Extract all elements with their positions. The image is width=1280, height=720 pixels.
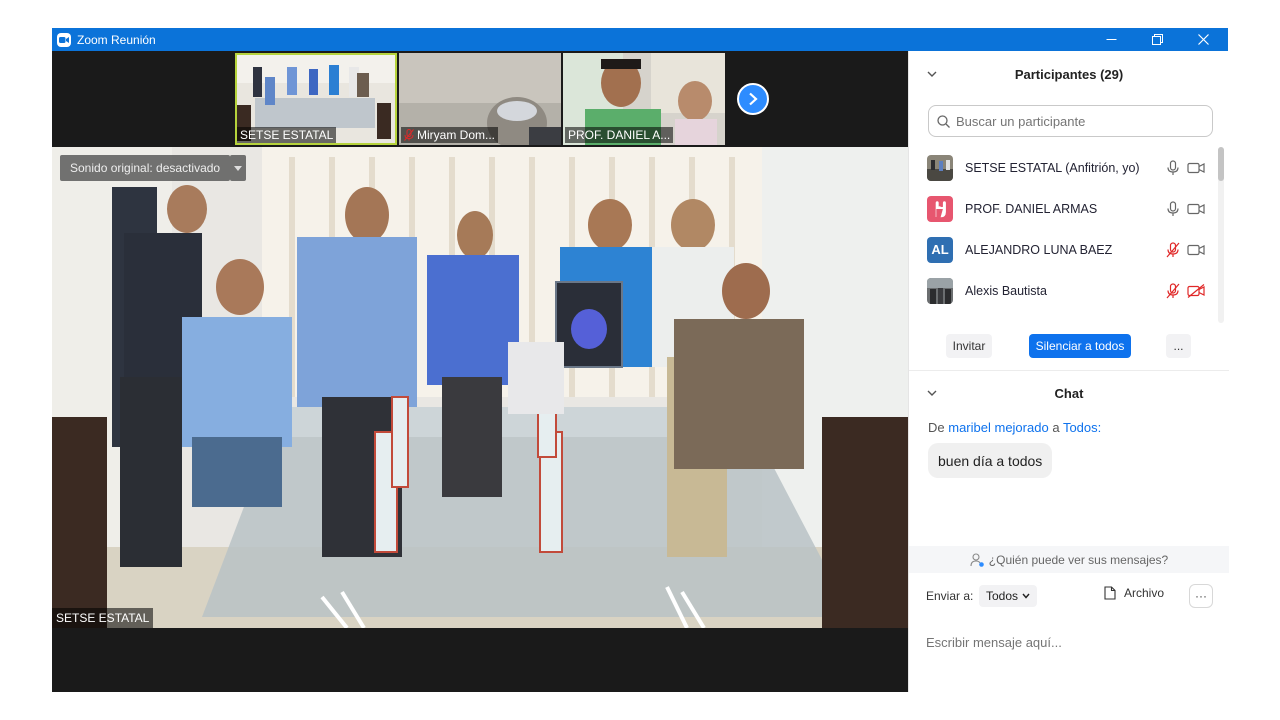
participant-row[interactable]: PROF. DANIEL ARMAS bbox=[909, 188, 1219, 229]
send-to-label: Enviar a: bbox=[926, 589, 974, 603]
scrollbar-thumb[interactable] bbox=[1218, 147, 1224, 181]
window-title: Zoom Reunión bbox=[77, 32, 156, 47]
participant-name: Alexis Bautista bbox=[965, 283, 1047, 298]
avatar bbox=[927, 318, 953, 319]
participant-list-scrollbar[interactable] bbox=[1218, 147, 1224, 323]
minimize-icon bbox=[1106, 39, 1116, 40]
participant-search[interactable] bbox=[928, 105, 1213, 137]
chat-more-button[interactable]: ··· bbox=[1189, 584, 1213, 608]
chevron-down-icon bbox=[1022, 593, 1030, 599]
more-options-button[interactable]: ... bbox=[1166, 334, 1191, 358]
search-icon bbox=[937, 114, 950, 128]
chat-header: Chat bbox=[909, 370, 1229, 416]
thumbnail-video[interactable]: PROF. DANIEL A... bbox=[563, 53, 725, 145]
original-sound-button[interactable]: Sonido original: desactivado bbox=[60, 155, 231, 181]
participants-title: Participantes (29) bbox=[1014, 66, 1124, 82]
video-camera-icon[interactable] bbox=[1187, 243, 1205, 257]
video-camera-icon[interactable] bbox=[1187, 202, 1205, 216]
mic-muted-icon bbox=[404, 129, 414, 141]
side-panel: Participantes (29) SETSE ESTATAL (Anfitr… bbox=[908, 51, 1229, 692]
chevron-down-icon[interactable] bbox=[927, 388, 937, 398]
restore-icon bbox=[1151, 34, 1163, 45]
chat-sender-link[interactable]: maribel mejorado bbox=[948, 420, 1048, 435]
participant-list: SETSE ESTATAL (Anfitrión, yo) PROF. DANI… bbox=[909, 143, 1229, 319]
avatar: AL bbox=[927, 236, 953, 263]
title-bar: Zoom Reunión bbox=[52, 28, 1228, 51]
participant-name: ALEJANDRO LUNA BAEZ bbox=[965, 242, 1113, 257]
microphone-icon[interactable] bbox=[1166, 200, 1180, 217]
close-icon bbox=[1197, 34, 1209, 45]
person-question-icon bbox=[970, 552, 984, 567]
chat-message-input[interactable] bbox=[926, 635, 1216, 650]
microphone-icon[interactable] bbox=[1166, 159, 1180, 176]
avatar bbox=[927, 154, 953, 181]
restore-button[interactable] bbox=[1134, 28, 1180, 51]
participants-header: Participantes (29) bbox=[909, 51, 1229, 97]
next-page-button[interactable] bbox=[737, 83, 769, 115]
send-to-select[interactable]: Todos bbox=[979, 585, 1038, 607]
chevron-right-icon bbox=[749, 92, 758, 106]
participant-name: PROF. DANIEL ARMAS bbox=[965, 201, 1098, 216]
main-speaker-video[interactable]: Sonido original: desactivado SETSE ESTAT… bbox=[52, 147, 908, 628]
avatar bbox=[927, 195, 953, 222]
thumbnail-label: Miryam Dom... bbox=[401, 127, 498, 143]
invite-button[interactable]: Invitar bbox=[946, 334, 992, 358]
video-camera-icon[interactable] bbox=[1187, 161, 1205, 175]
participant-actions: Invitar Silenciar a todos ... bbox=[909, 334, 1229, 358]
chevron-down-icon[interactable] bbox=[927, 69, 937, 79]
send-to-row: Enviar a: Todos Archivo ··· bbox=[909, 583, 1229, 609]
thumbnail-video[interactable]: SETSE ESTATAL bbox=[235, 53, 397, 145]
mute-all-button[interactable]: Silenciar a todos bbox=[1029, 334, 1131, 358]
close-button[interactable] bbox=[1180, 28, 1226, 51]
participant-name: SETSE ESTATAL (Anfitrión, yo) bbox=[965, 160, 1140, 175]
video-camera-off-icon[interactable] bbox=[1187, 283, 1205, 298]
original-sound-dropdown[interactable] bbox=[230, 155, 246, 181]
microphone-muted-icon[interactable] bbox=[1166, 241, 1180, 258]
minimize-button[interactable] bbox=[1088, 28, 1134, 51]
caret-down-icon bbox=[234, 165, 242, 171]
chat-message-meta: De maribel mejorado a Todos: bbox=[928, 420, 1102, 435]
video-area: SETSE ESTATAL Miryam Dom... PROF. DANIEL… bbox=[52, 51, 908, 692]
participant-row[interactable] bbox=[909, 311, 1219, 319]
hand-sign-icon bbox=[935, 200, 946, 217]
thumbnail-label: PROF. DANIEL A... bbox=[565, 127, 674, 143]
thumbnail-video[interactable]: Miryam Dom... bbox=[399, 53, 561, 145]
participant-row[interactable]: Alexis Bautista bbox=[909, 270, 1219, 311]
microphone-muted-icon[interactable] bbox=[1166, 282, 1180, 299]
participant-row[interactable]: AL ALEJANDRO LUNA BAEZ bbox=[909, 229, 1219, 270]
file-icon bbox=[1104, 586, 1116, 600]
zoom-window: Zoom Reunión SETSE ESTATAL Miryam Dom...… bbox=[52, 28, 1229, 692]
participant-row[interactable]: SETSE ESTATAL (Anfitrión, yo) bbox=[909, 147, 1219, 188]
chat-recipient-link[interactable]: Todos: bbox=[1063, 420, 1101, 435]
chat-title: Chat bbox=[1054, 385, 1084, 401]
speaker-name-label: SETSE ESTATAL bbox=[52, 608, 154, 628]
avatar bbox=[927, 277, 953, 304]
who-can-see-messages[interactable]: ¿Quién puede ver sus mensajes? bbox=[909, 546, 1229, 573]
chat-message-bubble: buen día a todos bbox=[928, 443, 1053, 478]
search-input[interactable] bbox=[956, 113, 1196, 129]
thumbnail-label: SETSE ESTATAL bbox=[237, 127, 337, 143]
zoom-logo-icon bbox=[57, 32, 71, 47]
thumbnail-strip: SETSE ESTATAL Miryam Dom... PROF. DANIEL… bbox=[235, 53, 725, 145]
meeting-room-image bbox=[52, 147, 908, 628]
file-button[interactable]: Archivo bbox=[1104, 586, 1164, 600]
avatar-initials: AL bbox=[931, 242, 949, 257]
